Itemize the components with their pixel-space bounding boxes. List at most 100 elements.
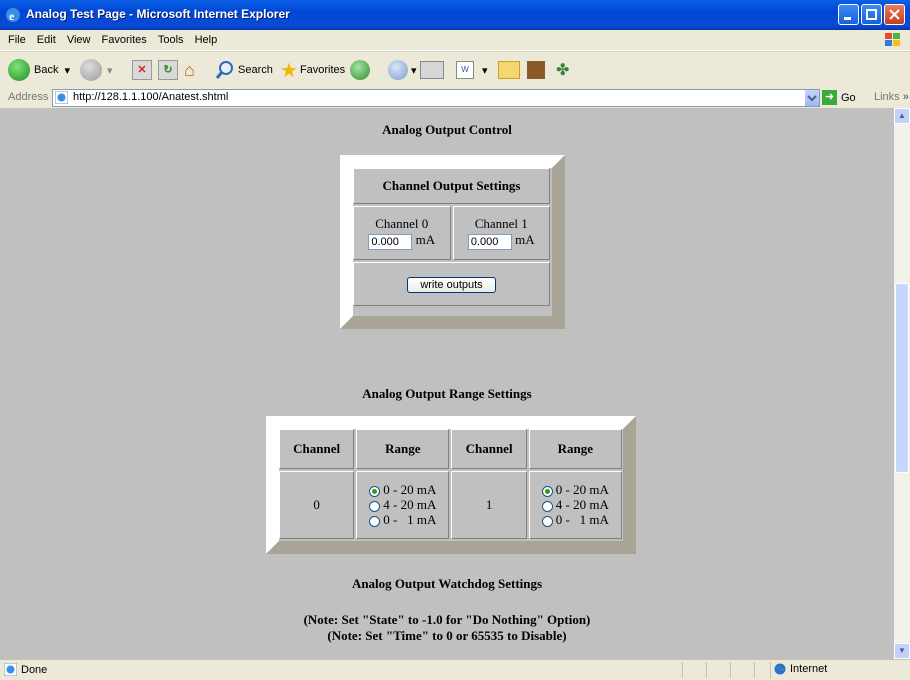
channel0-input[interactable]: 0.000 [368,233,413,250]
option-label: 0 - 1 mA [555,512,609,527]
search-icon [215,61,233,79]
option-label: 0 - 1 mA [383,512,437,527]
vertical-scrollbar[interactable]: ▲ ▼ [894,108,910,659]
chevron-down-icon: ▾ [64,64,70,77]
messenger-button[interactable]: ✤ [556,57,569,83]
address-url: http://128.1.1.100/Anatest.shtml [73,91,229,103]
right-range-option[interactable]: 0 - 1 mA [541,512,609,527]
channel1-input[interactable]: 0.000 [467,233,512,250]
ie-logo-icon: e [6,8,20,23]
range-settings-frame: Channel Range Channel Range 0 0 - 20 mA … [266,416,636,554]
channel-settings-table: Channel Output Settings Channel 0 0.000 … [351,166,552,308]
channel1-label: Channel 1 [474,216,528,232]
address-dropdown[interactable] [805,90,819,106]
favorites-button[interactable]: ★ Favorites [280,57,345,83]
minimize-button[interactable] [838,4,859,25]
forward-button[interactable]: ▾ [80,57,113,83]
menu-help[interactable]: Help [195,30,218,50]
scroll-down-button[interactable]: ▼ [894,643,910,659]
status-text: Done [21,663,48,676]
home-button[interactable]: ⌂ [184,57,195,83]
discuss-button[interactable] [498,57,520,83]
close-button[interactable] [884,4,905,25]
channel1-unit: mA [515,232,535,248]
address-label: Address [8,91,49,103]
analog-output-watchdog-heading: Analog Output Watchdog Settings [351,576,543,591]
radio-icon [369,515,381,527]
address-input[interactable]: http://128.1.1.100/Anatest.shtml [52,89,820,107]
menu-file[interactable]: File [8,30,26,50]
globe-icon [774,663,786,675]
channel-settings-frame: Channel Output Settings Channel 0 0.000 … [340,155,565,329]
back-arrow-icon [8,59,30,81]
col-range-left: Range [356,429,450,469]
radio-selected-icon [369,485,381,497]
svg-text:e: e [9,9,15,23]
menu-view[interactable]: View [67,30,91,50]
links-button[interactable]: Links » [874,91,909,103]
messenger-icon: ✤ [556,62,570,79]
left-range-option[interactable]: 0 - 20 mA [369,482,436,497]
option-label: 0 - 20 mA [383,482,437,497]
search-button[interactable]: Search [215,57,273,83]
radio-selected-icon [541,485,553,497]
zone-label: Internet [790,663,828,675]
col-channel-right: Channel [451,429,527,469]
analog-output-range-heading: Analog Output Range Settings [362,386,532,401]
chevron-down-icon: ▾ [107,64,113,77]
chevron-up-icon: ▲ [898,111,906,120]
back-label: Back [34,64,59,76]
search-label: Search [238,64,273,76]
go-button[interactable]: ➜ Go [822,90,856,105]
toolbar: Back ▾ ▾ ✕ ↻ ⌂ Search ★ Favorites ▾ W ▾ ✤ [0,51,910,90]
refresh-button[interactable]: ↻ [158,57,178,83]
history-icon [350,60,370,80]
links-label: Links [874,91,900,103]
option-label: 0 - 20 mA [555,482,609,497]
go-label: Go [841,91,856,104]
page-content: Analog Output Control Channel Output Set… [0,108,894,659]
radio-icon [541,515,553,527]
radio-icon [541,500,553,512]
home-icon: ⌂ [184,59,195,80]
back-button[interactable]: Back ▾ [8,57,70,83]
option-label: 4 - 20 mA [555,497,609,512]
menu-edit[interactable]: Edit [37,30,56,50]
status-bar: Done Internet [0,659,910,680]
radio-icon [369,500,381,512]
menu-favorites[interactable]: Favorites [102,30,147,50]
stop-button[interactable]: ✕ [132,57,152,83]
history-button[interactable] [350,57,370,83]
chevron-down-icon: ▾ [482,64,488,77]
left-range-option[interactable]: 0 - 1 mA [369,512,436,527]
mail-icon [388,60,408,80]
chevron-down-icon: ▼ [898,646,906,655]
mail-button[interactable]: ▾ [388,57,417,83]
write-outputs-button[interactable]: write outputs [407,276,496,293]
chevron-down-icon [807,95,817,102]
left-range-option[interactable]: 4 - 20 mA [369,497,436,512]
scroll-thumb[interactable] [895,283,909,473]
right-range-option[interactable]: 4 - 20 mA [541,497,609,512]
research-button[interactable] [527,57,545,83]
left-range-radio-group: 0 - 20 mA 4 - 20 mA 0 - 1 mA [369,482,436,527]
windows-logo-icon [885,33,900,46]
left-channel-number: 0 [279,471,355,539]
edit-button[interactable]: W ▾ [456,57,488,83]
star-icon: ★ [280,59,298,82]
stop-icon: ✕ [132,60,152,80]
right-range-radio-group: 0 - 20 mA 4 - 20 mA 0 - 1 mA [541,482,609,527]
scroll-up-button[interactable]: ▲ [894,108,910,124]
right-range-option[interactable]: 0 - 20 mA [541,482,609,497]
channel-settings-title: Channel Output Settings [353,168,550,204]
analog-output-control-heading: Analog Output Control [382,122,512,137]
folder-icon [498,61,520,79]
status-done: Done [4,663,47,676]
window-title: Analog Test Page - Microsoft Internet Ex… [26,7,290,21]
chevron-down-icon: ▾ [411,64,417,77]
books-icon [527,61,545,79]
print-button[interactable] [420,57,444,83]
maximize-button[interactable] [861,4,882,25]
note-state: (Note: Set "State" to -1.0 for "Do Nothi… [303,612,591,627]
menu-tools[interactable]: Tools [158,30,184,50]
